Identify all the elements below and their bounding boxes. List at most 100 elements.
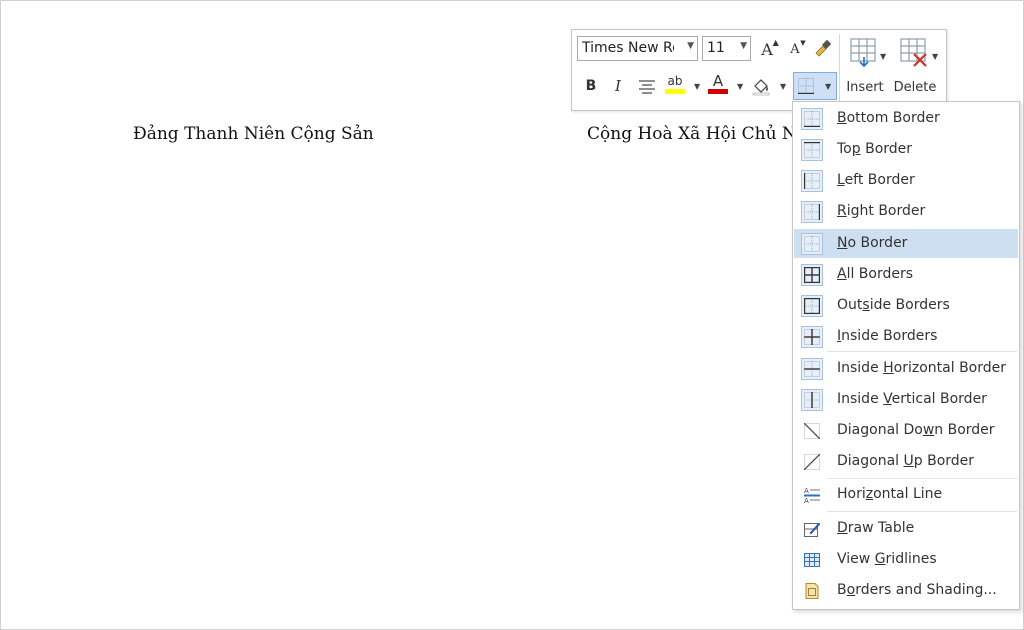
bottom-border-icon bbox=[804, 111, 820, 127]
grow-font-button[interactable]: A ▲ bbox=[756, 37, 779, 60]
menu-item-diagonal-up-border[interactable]: Diagonal Up Border bbox=[794, 447, 1018, 476]
menu-item-label: Right Border bbox=[837, 203, 926, 219]
menu-item-icon-frame bbox=[801, 233, 823, 255]
menu-item-label: Borders and Shading... bbox=[837, 582, 997, 598]
shading-button[interactable] bbox=[750, 75, 772, 97]
font-size-combo[interactable]: 11 ▼ bbox=[702, 36, 751, 61]
menu-item-left-border[interactable]: Left Border bbox=[794, 166, 1018, 195]
access-key: w bbox=[922, 422, 935, 438]
bold-button[interactable]: B bbox=[580, 75, 602, 97]
svg-text:A: A bbox=[804, 487, 809, 495]
font-name-combo[interactable]: Times New Roman ▼ bbox=[577, 36, 698, 61]
delete-table-icon bbox=[900, 38, 927, 67]
menu-item-draw-table[interactable]: Draw Table bbox=[794, 514, 1018, 543]
paint-bucket-icon bbox=[752, 79, 770, 96]
menu-item-label: No Border bbox=[837, 235, 908, 251]
menu-item-icon-frame bbox=[801, 264, 823, 286]
menu-item-icon-frame bbox=[801, 139, 823, 161]
menu-item-icon-frame bbox=[801, 326, 823, 348]
font-color-button[interactable]: A bbox=[707, 73, 729, 95]
menu-item-bottom-border[interactable]: Bottom Border bbox=[794, 104, 1018, 133]
menu-item-label: Top Border bbox=[837, 141, 913, 157]
access-key: s bbox=[862, 297, 870, 313]
menu-item-icon-frame bbox=[801, 295, 823, 317]
no-border-icon bbox=[804, 236, 820, 252]
menu-item-icon-frame: AA bbox=[801, 484, 823, 506]
toolbar-divider bbox=[839, 34, 840, 106]
menu-item-icon-frame bbox=[801, 358, 823, 380]
menu-item-horizontal-line[interactable]: A A Horizontal Line bbox=[794, 480, 1018, 509]
menu-item-view-gridlines[interactable]: View Gridlines bbox=[794, 545, 1018, 574]
shrink-font-icon: A ▼ bbox=[790, 38, 806, 57]
outside-borders-icon bbox=[804, 298, 820, 314]
font-name-value: Times New Roman bbox=[582, 40, 674, 56]
menu-item-inside-borders[interactable]: Inside Borders bbox=[794, 322, 1018, 351]
menu-item-label: Horizontal Line bbox=[837, 486, 943, 502]
menu-item-label: Diagonal Up Border bbox=[837, 453, 975, 469]
left-border-icon bbox=[804, 173, 820, 189]
diagonal-up-border-icon bbox=[804, 454, 820, 470]
menu-item-icon-frame bbox=[801, 549, 823, 571]
menu-item-label: Inside Horizontal Border bbox=[837, 360, 1007, 376]
menu-item-inside-horizontal-border[interactable]: Inside Horizontal Border bbox=[794, 354, 1018, 383]
menu-item-label: Diagonal Down Border bbox=[837, 422, 995, 438]
menu-item-outside-borders[interactable]: Outside Borders bbox=[794, 291, 1018, 320]
chevron-down-icon[interactable]: ▼ bbox=[694, 82, 700, 91]
menu-separator bbox=[827, 478, 1017, 479]
draw-table-icon bbox=[804, 522, 820, 537]
insert-button[interactable]: ▼ Insert bbox=[842, 36, 888, 104]
horizontal-line-icon: AA bbox=[804, 487, 820, 503]
font-size-value: 11 bbox=[707, 40, 725, 56]
highlight-color-bar bbox=[665, 88, 685, 94]
font-color-icon: A bbox=[712, 72, 724, 90]
menu-item-diagonal-down-border[interactable]: Diagonal Down Border bbox=[794, 416, 1018, 445]
shrink-font-button[interactable]: A ▼ bbox=[784, 38, 806, 60]
access-key: p bbox=[851, 141, 861, 157]
menu-item-label: Left Border bbox=[837, 172, 915, 188]
font-color-bar bbox=[708, 89, 728, 94]
menu-item-icon-frame bbox=[801, 518, 823, 540]
access-key: H bbox=[883, 360, 894, 376]
italic-button[interactable]: I bbox=[607, 75, 629, 97]
text-highlight-icon: ab bbox=[667, 73, 683, 88]
menu-item-label: Inside Vertical Border bbox=[837, 391, 987, 407]
mini-toolbar: Times New Roman ▼ 11 ▼ A▲ A▼ B I ab ▼ A bbox=[571, 29, 947, 111]
menu-item-all-borders[interactable]: All Borders bbox=[794, 260, 1018, 289]
format-painter-button[interactable] bbox=[812, 38, 834, 60]
menu-item-icon-frame bbox=[801, 580, 823, 602]
menu-separator bbox=[827, 351, 1017, 352]
menu-item-label: Bottom Border bbox=[837, 110, 940, 126]
format-painter-icon bbox=[815, 39, 832, 57]
inside-borders-icon bbox=[804, 329, 820, 345]
top-border-icon bbox=[804, 142, 820, 158]
inside-vertical-border-icon bbox=[804, 392, 820, 408]
borders-dropdown-menu: Bottom Border Top Border Left Border Right … bbox=[792, 101, 1020, 610]
menu-item-label: Draw Table bbox=[837, 520, 915, 536]
menu-item-right-border[interactable]: Right Border bbox=[794, 197, 1018, 226]
view-gridlines-icon bbox=[804, 553, 820, 567]
grow-font-icon: A ▲ bbox=[761, 37, 779, 59]
delete-label: Delete bbox=[893, 80, 937, 95]
chevron-down-icon: ▼ bbox=[932, 52, 939, 61]
chevron-down-icon[interactable]: ▼ bbox=[780, 82, 786, 91]
menu-item-top-border[interactable]: Top Border bbox=[794, 135, 1018, 164]
access-key: V bbox=[883, 391, 892, 407]
access-key: U bbox=[903, 453, 914, 469]
insert-table-icon bbox=[850, 38, 876, 68]
chevron-down-icon: ▼ bbox=[880, 52, 887, 61]
chevron-down-icon[interactable]: ▼ bbox=[737, 82, 743, 91]
menu-item-icon-frame bbox=[801, 451, 823, 473]
menu-item-label: Outside Borders bbox=[837, 297, 950, 313]
menu-item-borders-shading[interactable]: Borders and Shading... bbox=[794, 576, 1018, 605]
highlight-button[interactable]: ab bbox=[664, 73, 686, 95]
center-align-button[interactable] bbox=[636, 75, 658, 97]
borders-shading-icon bbox=[805, 583, 819, 599]
menu-item-no-border[interactable]: No Border bbox=[794, 229, 1018, 258]
menu-item-label: Inside Borders bbox=[837, 328, 938, 344]
access-key: G bbox=[874, 551, 886, 567]
borders-button[interactable]: ▼ bbox=[793, 72, 837, 100]
delete-button[interactable]: ▼ Delete bbox=[892, 36, 938, 104]
right-border-icon bbox=[804, 204, 820, 220]
menu-item-inside-vertical-border[interactable]: Inside Vertical Border bbox=[794, 385, 1018, 414]
access-key: z bbox=[865, 486, 874, 502]
